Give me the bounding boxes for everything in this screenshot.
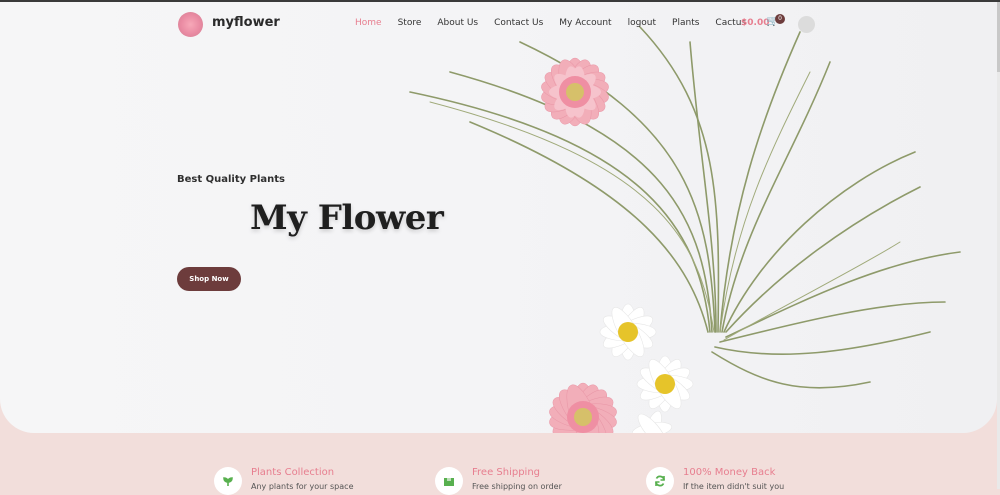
features-strip: Plants Collection Any plants for your sp…: [0, 433, 997, 495]
cart-count-badge: 0: [775, 14, 785, 24]
main-nav: Home Store About Us Contact Us My Accoun…: [355, 18, 746, 28]
nav-logout[interactable]: logout: [628, 18, 656, 28]
plant-icon: [214, 467, 242, 495]
shop-now-button[interactable]: Shop Now: [177, 267, 241, 291]
hero-section: myflower Home Store About Us Contact Us …: [0, 2, 997, 433]
hero-flower-art: [409, 26, 961, 433]
refresh-icon: [646, 467, 674, 495]
hero-title: My Flower: [250, 198, 444, 238]
user-avatar-icon[interactable]: [798, 16, 815, 33]
nav-contact-us[interactable]: Contact Us: [494, 18, 543, 28]
site-header: myflower Home Store About Us Contact Us …: [0, 2, 997, 44]
brand-name[interactable]: myflower: [212, 15, 280, 30]
nav-plants[interactable]: Plants: [672, 18, 699, 28]
feature-desc: If the item didn't suit you: [683, 482, 785, 491]
feature-title: 100% Money Back: [683, 467, 776, 478]
nav-home[interactable]: Home: [355, 18, 382, 28]
nav-about-us[interactable]: About Us: [437, 18, 478, 28]
feature-title: Free Shipping: [472, 467, 541, 478]
box-icon: [435, 467, 463, 495]
feature-title: Plants Collection: [251, 467, 335, 478]
feature-desc: Any plants for your space: [251, 482, 354, 491]
nav-my-account[interactable]: My Account: [559, 18, 611, 28]
nav-store[interactable]: Store: [398, 18, 422, 28]
hero-tagline: Best Quality Plants: [177, 174, 285, 185]
feature-desc: Free shipping on order: [472, 482, 562, 491]
flower-logo-icon[interactable]: [178, 12, 203, 37]
